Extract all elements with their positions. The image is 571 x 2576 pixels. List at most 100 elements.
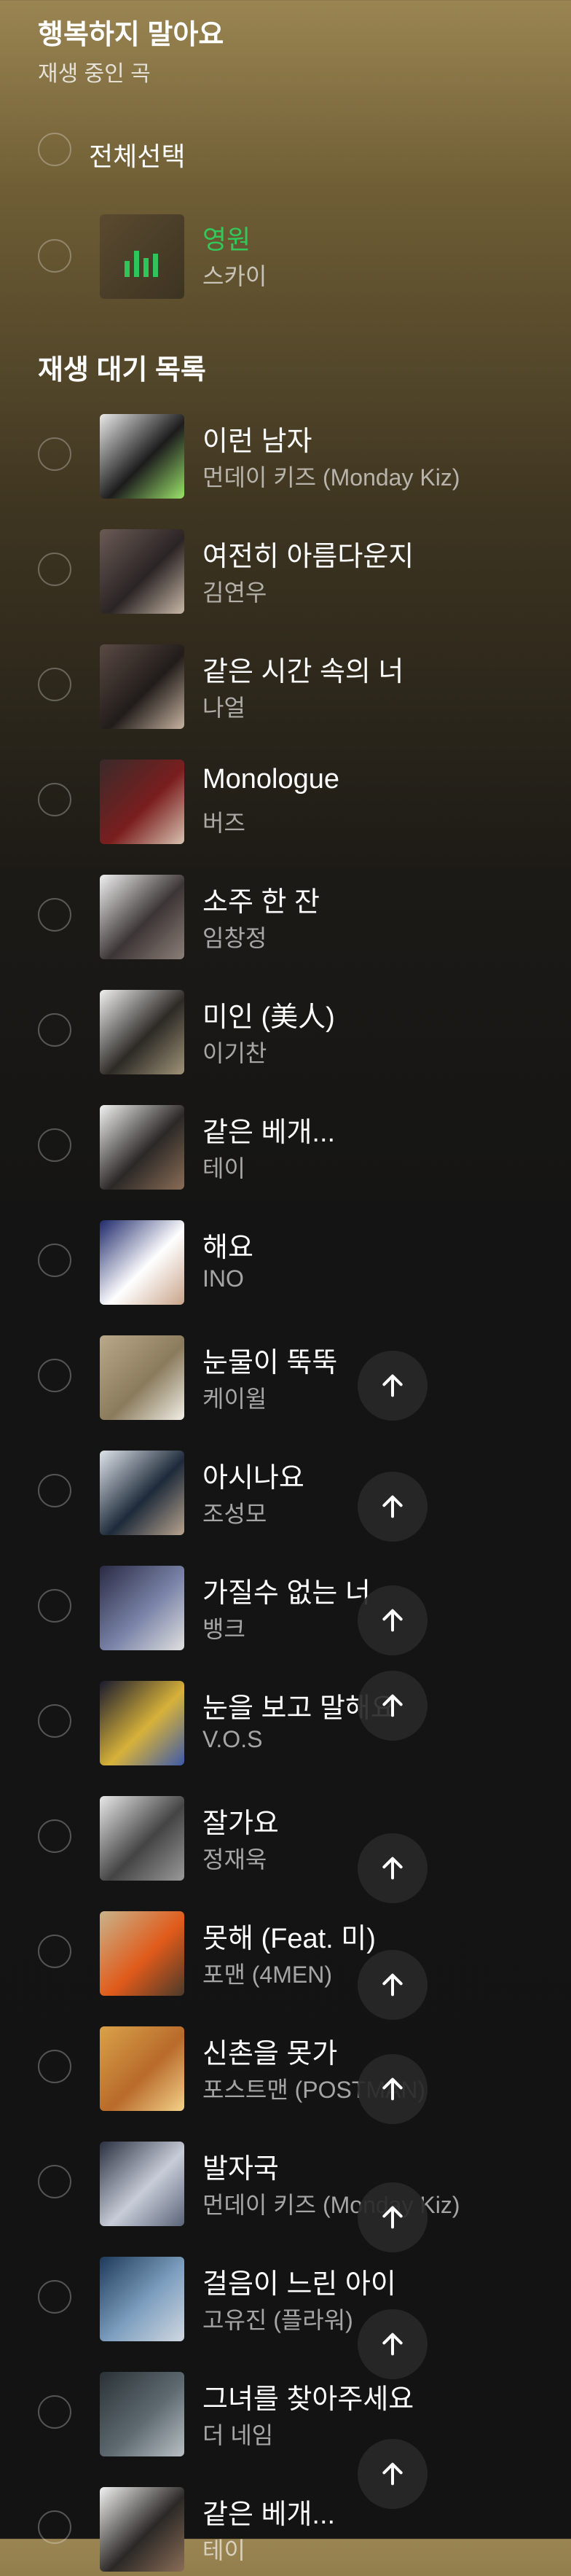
song-title: 해요 [202,1233,253,1263]
song-artist: 고유진 (플라워) [202,2307,353,2333]
song-title: 여전히 아름다운지 [202,542,414,572]
queue-item[interactable]: Monologue 버즈 [0,754,571,848]
select-all-checkbox[interactable] [38,133,71,166]
queue-item-checkbox[interactable] [38,1013,71,1047]
album-art [100,529,184,614]
album-art [100,990,184,1074]
song-artist: 버즈 [202,810,245,836]
queue-item-checkbox[interactable] [38,437,71,471]
move-up-button[interactable] [358,2182,428,2252]
queue-item-checkbox[interactable] [38,1935,71,1968]
album-art [100,1796,184,1881]
move-up-button[interactable] [358,1833,428,1903]
queue-item-checkbox[interactable] [38,2510,71,2544]
queue-item-checkbox[interactable] [38,553,71,586]
queue-item-checkbox[interactable] [38,1474,71,1507]
song-title: 가질수 없는 너 [202,1578,371,1609]
queue-item[interactable]: 걸음이 느린 아이고유진 (플라워) [0,2251,571,2346]
now-playing-title: 영원 [202,225,251,254]
queue-item-checkbox[interactable] [38,898,71,932]
queue-item-checkbox[interactable] [38,668,71,701]
now-playing-checkbox[interactable] [38,239,71,273]
move-up-button[interactable] [358,1671,428,1741]
select-all-label[interactable]: 전체선택 [89,136,185,173]
equalizer-icon [125,251,161,277]
queue-item[interactable]: 같은 베개... 테이 [0,2481,571,2576]
album-art [100,1911,184,1996]
queue-item[interactable]: 여전히 아름다운지김연우 [0,523,571,618]
arrow-up-icon [382,1374,403,1397]
song-artist: 포맨 (4MEN) [202,1962,332,1988]
queue-item[interactable]: 신촌을 못가 포스트맨 (POSTMAN) [0,2021,571,2115]
arrow-up-icon [382,2206,403,2229]
song-title: 소주 한 잔 [202,887,320,918]
queue-item[interactable]: 소주 한 잔 임창정 [0,869,571,964]
album-art [100,1335,184,1420]
queue-item[interactable]: 그녀를 찾아주세요 더 네임 [0,2366,571,2461]
queue-item[interactable]: 잘가요정재욱 [0,1790,571,1885]
move-up-button[interactable] [358,2054,428,2124]
move-up-button[interactable] [358,1950,428,2020]
queue-item-checkbox[interactable] [38,2280,71,2314]
song-artist: V.O.S [202,1726,263,1752]
song-title: 미인 (美人) [202,1002,335,1033]
arrow-up-icon [382,1694,403,1717]
now-playing-thumbnail [100,214,184,299]
queue-item[interactable]: 눈물이 뚝뚝 케이윌 [0,1330,571,1424]
move-up-button[interactable] [358,2439,428,2509]
queue-item-checkbox[interactable] [38,1359,71,1392]
song-artist: 정재욱 [202,1846,267,1873]
queue-item[interactable]: 발자국 먼데이 키즈 (Monday Kiz) [0,2136,571,2230]
queue-item-checkbox[interactable] [38,2050,71,2083]
queue-item[interactable]: 미인 (美人) 이기찬 [0,984,571,1079]
queue-item-checkbox[interactable] [38,2395,71,2429]
album-art [100,2142,184,2226]
song-artist: INO [202,1265,244,1292]
song-title: 같은 베개... [202,2499,336,2530]
song-title: 이런 남자 [202,426,312,457]
song-title: 아시나요 [202,1463,304,1494]
album-art [100,1451,184,1535]
move-up-button[interactable] [358,1585,428,1655]
arrow-up-icon [382,2462,403,2486]
queue-item-checkbox[interactable] [38,1128,71,1162]
album-art [100,414,184,499]
arrow-up-icon [382,1973,403,1997]
header-title: 행복하지 말아요 [38,20,224,50]
queue-item-checkbox[interactable] [38,1819,71,1853]
queue-item[interactable]: 아시나요조성모 [0,1445,571,1539]
song-artist: 김연우 [202,579,267,606]
song-title: 발자국 [202,2154,279,2185]
song-artist: 먼데이 키즈 (Monday Kiz) [202,464,460,491]
queue-item-checkbox[interactable] [38,1704,71,1738]
queue-item[interactable]: 가질수 없는 너 뱅크 [0,1560,571,1655]
queue-item[interactable]: 눈을 보고 말해요 V.O.S [0,1675,571,1770]
now-playing-artist: 스카이 [202,263,267,289]
arrow-up-icon [382,1609,403,1632]
now-playing-item[interactable]: 영원 스카이 [0,210,571,302]
song-title: 걸음이 느린 아이 [202,2269,396,2300]
queue-item-checkbox[interactable] [38,783,71,816]
move-up-button[interactable] [358,2309,428,2379]
song-artist: 나얼 [202,695,245,721]
queue-item[interactable]: 못해 (Feat. 미) 포맨 (4MEN) [0,1905,571,2000]
queue-item[interactable]: 같은 베개... 테이 [0,1099,571,1194]
song-artist: 테이 [202,1155,245,1182]
song-title: 잘가요 [202,1808,279,1839]
album-art [100,2026,184,2111]
album-art [100,1566,184,1650]
queue-item[interactable]: 해요 INO [0,1214,571,1309]
queue-item-checkbox[interactable] [38,2165,71,2198]
queue-item[interactable]: 이런 남자먼데이 키즈 (Monday Kiz) [0,408,571,503]
song-artist: 더 네임 [202,2422,274,2448]
queue-item-checkbox[interactable] [38,1244,71,1277]
move-up-button[interactable] [358,1351,428,1421]
header-subtitle: 재생 중인 곡 [38,62,151,86]
move-up-button[interactable] [358,1472,428,1542]
song-artist: 조성모 [202,1501,267,1527]
album-art [100,1681,184,1765]
album-art [100,1220,184,1305]
arrow-up-icon [382,2333,403,2356]
queue-item[interactable]: 같은 시간 속의 너 나얼 [0,639,571,733]
queue-item-checkbox[interactable] [38,1589,71,1623]
